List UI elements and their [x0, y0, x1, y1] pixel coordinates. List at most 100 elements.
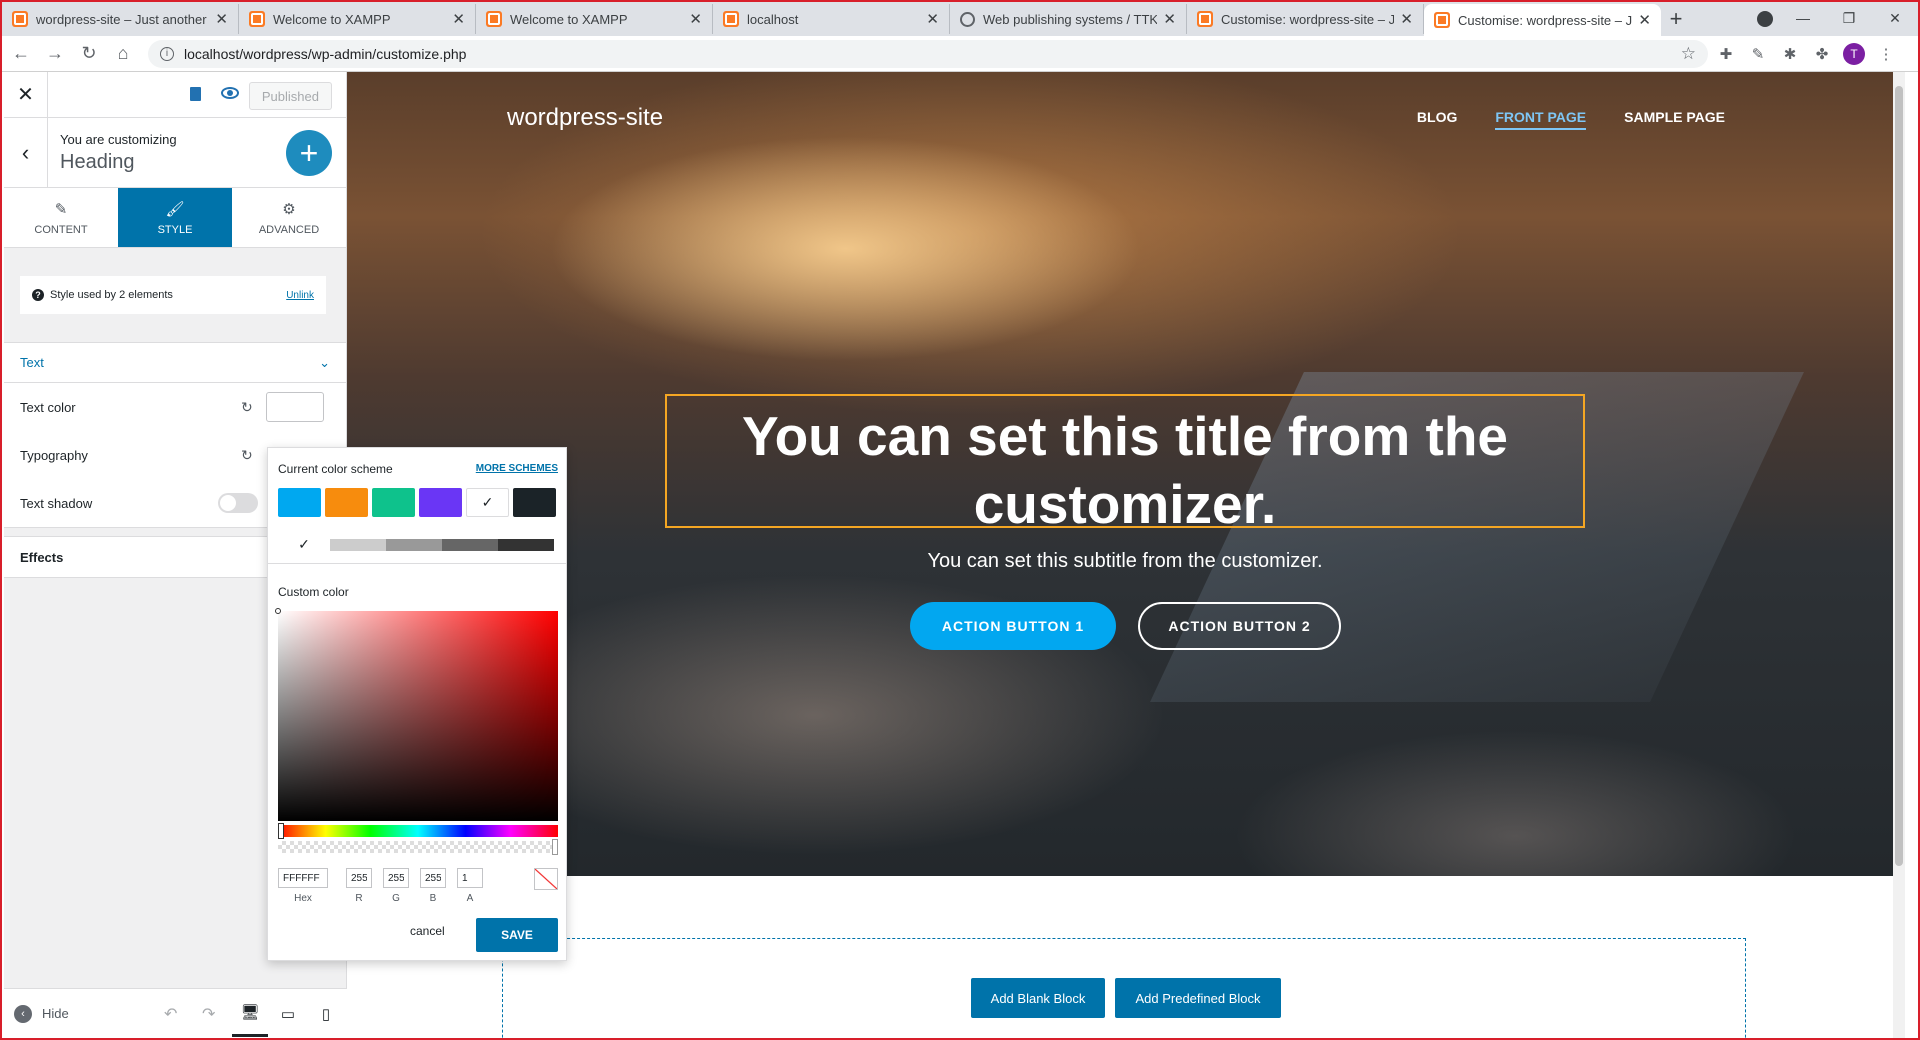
clear-color-icon[interactable] — [534, 868, 558, 890]
redo-icon[interactable]: ↷ — [202, 1004, 215, 1024]
browser-tab[interactable]: Customise: wordpress-site – Just ✕ — [1187, 4, 1424, 34]
customizer-footer: ‹ Hide ↶ ↷ 🖥 ▭ ▯ — [4, 988, 347, 1038]
url-text[interactable]: localhost/wordpress/wp-admin/customize.p… — [184, 46, 466, 62]
close-window-icon[interactable]: ✕ — [1872, 10, 1918, 27]
bookmark-star-icon[interactable]: ☆ — [1681, 44, 1696, 64]
browser-tab[interactable]: Welcome to XAMPP ✕ — [239, 4, 476, 34]
puzzle-extensions-icon[interactable]: ✤ — [1808, 40, 1836, 68]
gray-shade-swatch[interactable] — [330, 538, 386, 551]
brush-icon: 🖌 — [165, 200, 185, 218]
scheme-color-swatch[interactable] — [513, 488, 556, 517]
preview-eye-icon[interactable] — [221, 87, 239, 99]
close-tab-icon[interactable]: ✕ — [1163, 10, 1176, 28]
mobile-preview-icon[interactable]: ▯ — [308, 991, 344, 1037]
published-button[interactable]: Published — [248, 82, 332, 110]
close-tab-icon[interactable]: ✕ — [1638, 11, 1651, 29]
scheme-color-swatch-selected[interactable]: ✓ — [466, 488, 509, 517]
close-tab-icon[interactable]: ✕ — [452, 10, 465, 28]
forward-arrow-icon[interactable]: → — [40, 39, 70, 69]
hero-subtitle[interactable]: You can set this subtitle from the custo… — [665, 550, 1585, 573]
scheme-color-swatch[interactable] — [325, 488, 368, 517]
minimize-icon[interactable]: — — [1780, 10, 1826, 26]
tab-style[interactable]: 🖌 STYLE — [118, 188, 232, 247]
extension-icon[interactable]: ✱ — [1776, 40, 1804, 68]
nav-link-blog[interactable]: BLOG — [1417, 109, 1457, 130]
hide-label[interactable]: Hide — [42, 1006, 69, 1021]
gray-shade-swatch[interactable] — [498, 538, 554, 551]
url-bar[interactable]: i localhost/wordpress/wp-admin/customize… — [148, 39, 1708, 68]
reload-icon[interactable]: ↻ — [74, 39, 104, 69]
g-input[interactable] — [383, 868, 409, 888]
text-shadow-toggle[interactable] — [218, 493, 258, 513]
new-tab-button[interactable]: + — [1661, 4, 1691, 34]
gray-shade-swatch[interactable] — [442, 538, 498, 551]
color-selector-handle[interactable] — [275, 608, 281, 614]
browser-tab[interactable]: localhost ✕ — [713, 4, 950, 34]
extension-icon[interactable]: ✚ — [1712, 40, 1740, 68]
reset-icon[interactable]: ↻ — [241, 447, 253, 464]
browser-tab[interactable]: Web publishing systems / TTK21 ✕ — [950, 4, 1187, 34]
browser-tab-active[interactable]: Customise: wordpress-site – Just ✕ — [1424, 4, 1661, 36]
close-icon[interactable]: ✕ — [4, 71, 48, 118]
undo-icon[interactable]: ↶ — [164, 1004, 177, 1024]
add-element-button[interactable]: + — [286, 130, 332, 176]
xampp-favicon-icon — [249, 11, 265, 27]
hue-slider-handle[interactable] — [278, 823, 284, 839]
browser-tab[interactable]: wordpress-site – Just another W ✕ — [2, 4, 239, 34]
text-panel-header[interactable]: Text ⌄ — [4, 343, 346, 383]
preview-scrollbar[interactable] — [1893, 72, 1905, 1038]
hero-heading[interactable]: You can set this title from the customiz… — [665, 402, 1585, 538]
action-button-2[interactable]: ACTION BUTTON 2 — [1138, 602, 1341, 650]
hue-slider[interactable] — [278, 823, 558, 839]
more-schemes-link[interactable]: MORE SCHEMES — [476, 463, 558, 474]
browser-tab[interactable]: Welcome to XAMPP ✕ — [476, 4, 713, 34]
close-tab-icon[interactable]: ✕ — [689, 10, 702, 28]
tab-advanced[interactable]: ⚙ ADVANCED — [232, 188, 346, 247]
tab-search-icon[interactable] — [1757, 11, 1773, 27]
desktop-preview-icon[interactable]: 🖥 — [232, 991, 268, 1037]
hide-controls-icon[interactable]: ‹ — [14, 1004, 32, 1023]
scrollbar-thumb[interactable] — [1895, 86, 1903, 866]
a-input[interactable] — [457, 868, 483, 888]
close-tab-icon[interactable]: ✕ — [215, 10, 228, 28]
saturation-value-area[interactable] — [275, 608, 558, 821]
reset-icon[interactable]: ↻ — [241, 399, 253, 416]
tab-content[interactable]: ✎ CONTENT — [4, 188, 118, 247]
gray-shades-row: ✓ — [278, 536, 554, 553]
style-usage-notice: ? Style used by 2 elements Unlink — [20, 276, 326, 314]
scheme-color-swatch[interactable] — [419, 488, 462, 517]
gray-shade-swatch[interactable] — [386, 538, 442, 551]
add-blank-block-button[interactable]: Add Blank Block — [971, 978, 1105, 1018]
hex-input[interactable] — [278, 868, 328, 888]
unlink-link[interactable]: Unlink — [286, 290, 314, 301]
scheme-color-swatch[interactable] — [372, 488, 415, 517]
close-tab-icon[interactable]: ✕ — [1400, 10, 1413, 28]
site-title[interactable]: wordpress-site — [507, 104, 663, 132]
back-chevron-icon[interactable]: ‹ — [4, 117, 48, 188]
site-info-icon[interactable]: i — [160, 46, 174, 61]
b-input[interactable] — [420, 868, 446, 888]
question-icon: ? — [32, 289, 44, 301]
alpha-slider[interactable] — [278, 839, 558, 855]
xampp-favicon-icon — [12, 11, 28, 27]
extension-icon[interactable]: ✎ — [1744, 40, 1772, 68]
chevron-down-icon: ⌄ — [319, 354, 330, 370]
kebab-menu-icon[interactable]: ⋮ — [1872, 40, 1900, 68]
home-icon[interactable]: ⌂ — [108, 39, 138, 69]
tablet-preview-icon[interactable]: ▭ — [270, 991, 306, 1037]
profile-button[interactable]: T — [1840, 40, 1868, 68]
maximize-icon[interactable]: ❐ — [1826, 10, 1872, 27]
r-input[interactable] — [346, 868, 372, 888]
nav-link-front-page[interactable]: FRONT PAGE — [1495, 109, 1587, 130]
scheme-color-swatch[interactable] — [278, 488, 321, 517]
cancel-button[interactable]: cancel — [410, 924, 445, 938]
action-button-1[interactable]: ACTION BUTTON 1 — [910, 602, 1116, 650]
document-icon[interactable] — [190, 87, 201, 101]
nav-link-sample-page[interactable]: SAMPLE PAGE — [1624, 109, 1725, 130]
add-predefined-block-button[interactable]: Add Predefined Block — [1115, 978, 1281, 1018]
text-color-swatch[interactable] — [266, 392, 324, 422]
close-tab-icon[interactable]: ✕ — [926, 10, 939, 28]
alpha-slider-handle[interactable] — [552, 839, 558, 855]
save-button[interactable]: SAVE — [476, 918, 558, 952]
back-arrow-icon[interactable]: ← — [6, 39, 36, 69]
